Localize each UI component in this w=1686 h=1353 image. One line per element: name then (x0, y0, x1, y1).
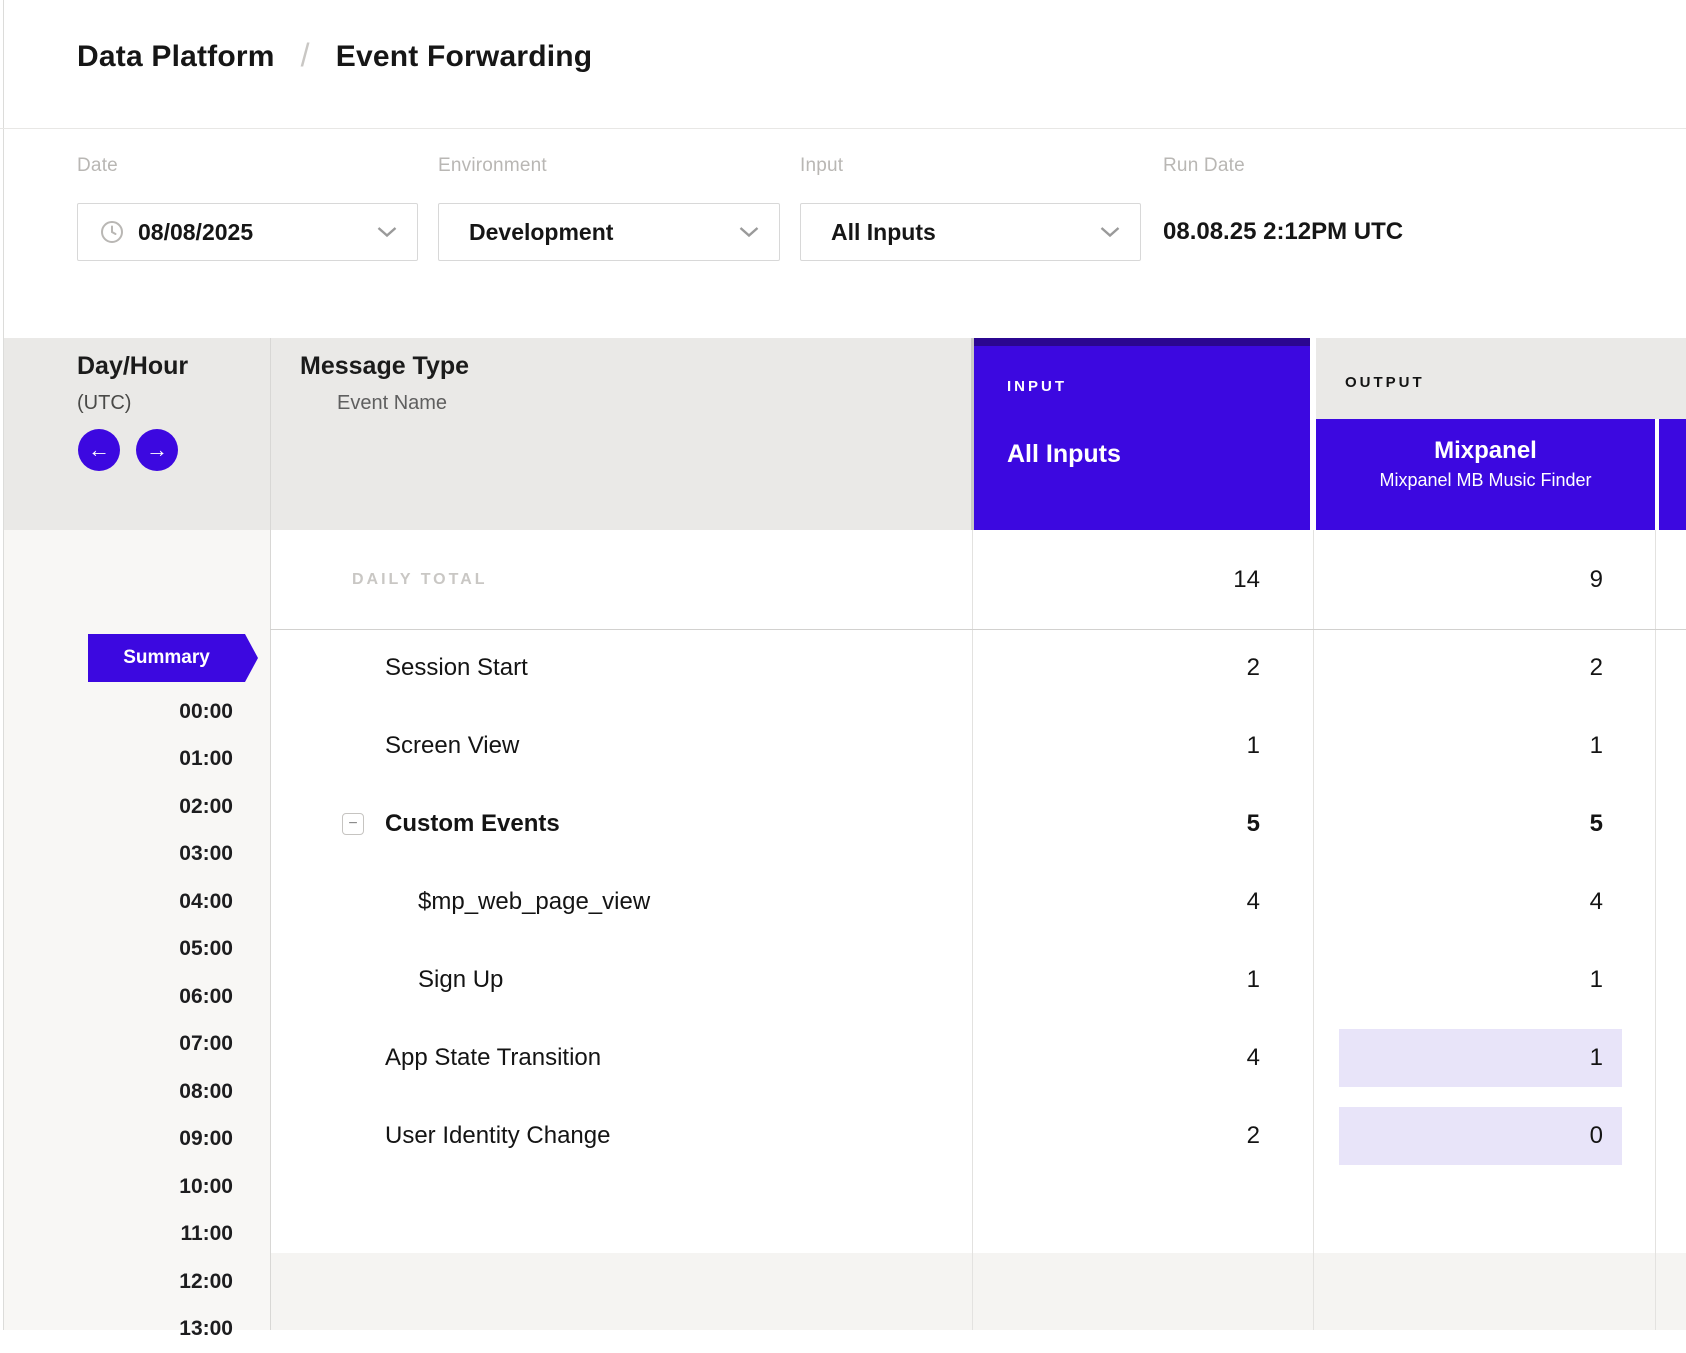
output-section-label: OUTPUT (1345, 374, 1425, 391)
output-value-cell: 1 (1590, 732, 1603, 760)
timeline-hour[interactable]: 05:00 (0, 926, 233, 974)
input-dropdown[interactable]: All Inputs (800, 203, 1141, 261)
message-type-title: Message Type (300, 352, 469, 381)
output-column-title: Mixpanel (1316, 435, 1655, 467)
output-value-cell: 4 (1590, 888, 1603, 916)
summary-badge[interactable]: Summary (88, 634, 258, 682)
input-value-cell: 4 (1247, 888, 1260, 916)
chevron-down-icon (377, 227, 397, 238)
table-row: App State Transition 4 1 (270, 1019, 1686, 1097)
row-label: $mp_web_page_view (418, 888, 650, 916)
output-value-cell: 2 (1590, 654, 1603, 682)
input-filter-label: Input (800, 155, 843, 177)
timeline-hour[interactable]: 06:00 (0, 973, 233, 1021)
row-label: User Identity Change (385, 1122, 610, 1150)
output-value-cell: 0 (1590, 1122, 1603, 1150)
daily-total-row: DAILY TOTAL 14 9 (270, 530, 1686, 629)
table-row: Sign Up 1 1 (270, 941, 1686, 1019)
input-selected-indicator (974, 338, 1310, 346)
input-column-header[interactable]: INPUT All Inputs (974, 338, 1310, 530)
breadcrumb-separator: / (301, 37, 310, 74)
date-value: 08/08/2025 (138, 219, 253, 246)
run-date-value: 08.08.25 2:12PM UTC (1163, 218, 1403, 246)
table-row: Screen View 1 1 (270, 707, 1686, 785)
timeline-hour[interactable]: 02:00 (0, 783, 233, 831)
timeline-hour[interactable]: 07:00 (0, 1021, 233, 1069)
output-value-cell: 1 (1590, 1044, 1603, 1072)
input-value-cell: 1 (1247, 966, 1260, 994)
daily-total-input-value: 14 (1233, 566, 1260, 594)
output-value-cell: 1 (1590, 966, 1603, 994)
timeline-hours: 00:0001:0002:0003:0004:0005:0006:0007:00… (0, 688, 233, 1353)
run-date-label: Run Date (1163, 155, 1245, 177)
event-forwarding-page: Data Platform / Event Forwarding Date 08… (0, 0, 1686, 1330)
table-footer-band (270, 1253, 1686, 1330)
row-label: Session Start (385, 654, 528, 682)
chevron-down-icon (1100, 227, 1120, 238)
message-type-rows: Session Start 2 2 Screen View 1 1 − Custom Even… (270, 629, 1686, 1175)
input-section-label: INPUT (1007, 378, 1067, 395)
output-column-header-next[interactable] (1659, 419, 1686, 530)
environment-filter-label: Environment (438, 155, 547, 177)
timeline-hour[interactable]: 08:00 (0, 1068, 233, 1116)
output-column-header-mixpanel[interactable]: Mixpanel Mixpanel MB Music Finder (1316, 419, 1655, 530)
previous-day-button[interactable]: ← (78, 429, 120, 471)
output-highlight-cell (1339, 1107, 1622, 1165)
table-row: Session Start 2 2 (270, 629, 1686, 707)
input-value-cell: 4 (1247, 1044, 1260, 1072)
row-label: Sign Up (418, 966, 503, 994)
output-column-subtitle: Mixpanel MB Music Finder (1316, 467, 1655, 493)
output-highlight-cell (1339, 1029, 1622, 1087)
event-name-subtitle: Event Name (337, 392, 447, 415)
date-filter-label: Date (77, 155, 118, 177)
row-label: Custom Events (385, 810, 560, 838)
day-hour-subtitle: (UTC) (77, 392, 131, 415)
timeline-hour[interactable]: 13:00 (0, 1306, 233, 1353)
row-label: App State Transition (385, 1044, 601, 1072)
environment-dropdown[interactable]: Development (438, 203, 780, 261)
timeline-hour[interactable]: 11:00 (0, 1211, 233, 1259)
collapse-toggle[interactable]: − (342, 813, 364, 835)
daily-total-output-value: 9 (1590, 566, 1603, 594)
date-dropdown[interactable]: 08/08/2025 (77, 203, 418, 261)
timeline-hour[interactable]: 09:00 (0, 1116, 233, 1164)
timeline-hour[interactable]: 01:00 (0, 736, 233, 784)
output-value-cell: 5 (1590, 810, 1603, 838)
row-label: Screen View (385, 732, 519, 760)
environment-value: Development (469, 219, 613, 246)
timeline-hour[interactable]: 12:00 (0, 1258, 233, 1306)
timeline-hour[interactable]: 04:00 (0, 878, 233, 926)
clock-icon (100, 220, 124, 244)
table-row: User Identity Change 2 0 (270, 1097, 1686, 1175)
minus-icon: − (348, 816, 357, 832)
input-value-cell: 5 (1247, 810, 1260, 838)
input-value-cell: 1 (1247, 732, 1260, 760)
breadcrumb-data-platform[interactable]: Data Platform (77, 40, 275, 74)
timeline-hour[interactable]: 03:00 (0, 831, 233, 879)
table-row: − Custom Events 5 5 (270, 785, 1686, 863)
table-row: $mp_web_page_view 4 4 (270, 863, 1686, 941)
daily-total-label: DAILY TOTAL (352, 571, 488, 589)
input-value: All Inputs (831, 219, 936, 246)
arrow-right-icon: → (146, 439, 168, 461)
timeline-hour[interactable]: 00:00 (0, 688, 233, 736)
output-column-gap (1655, 419, 1659, 530)
input-column-title: All Inputs (1007, 440, 1121, 469)
timeline-hour[interactable]: 10:00 (0, 1163, 233, 1211)
page-title: Event Forwarding (336, 40, 593, 74)
input-value-cell: 2 (1247, 1122, 1260, 1150)
day-hour-title: Day/Hour (77, 352, 188, 381)
header-divider (0, 128, 1686, 129)
next-day-button[interactable]: → (136, 429, 178, 471)
summary-label: Summary (123, 647, 210, 669)
chevron-down-icon (739, 227, 759, 238)
breadcrumb: Data Platform / Event Forwarding (77, 38, 592, 75)
input-value-cell: 2 (1247, 654, 1260, 682)
arrow-left-icon: ← (88, 439, 110, 461)
